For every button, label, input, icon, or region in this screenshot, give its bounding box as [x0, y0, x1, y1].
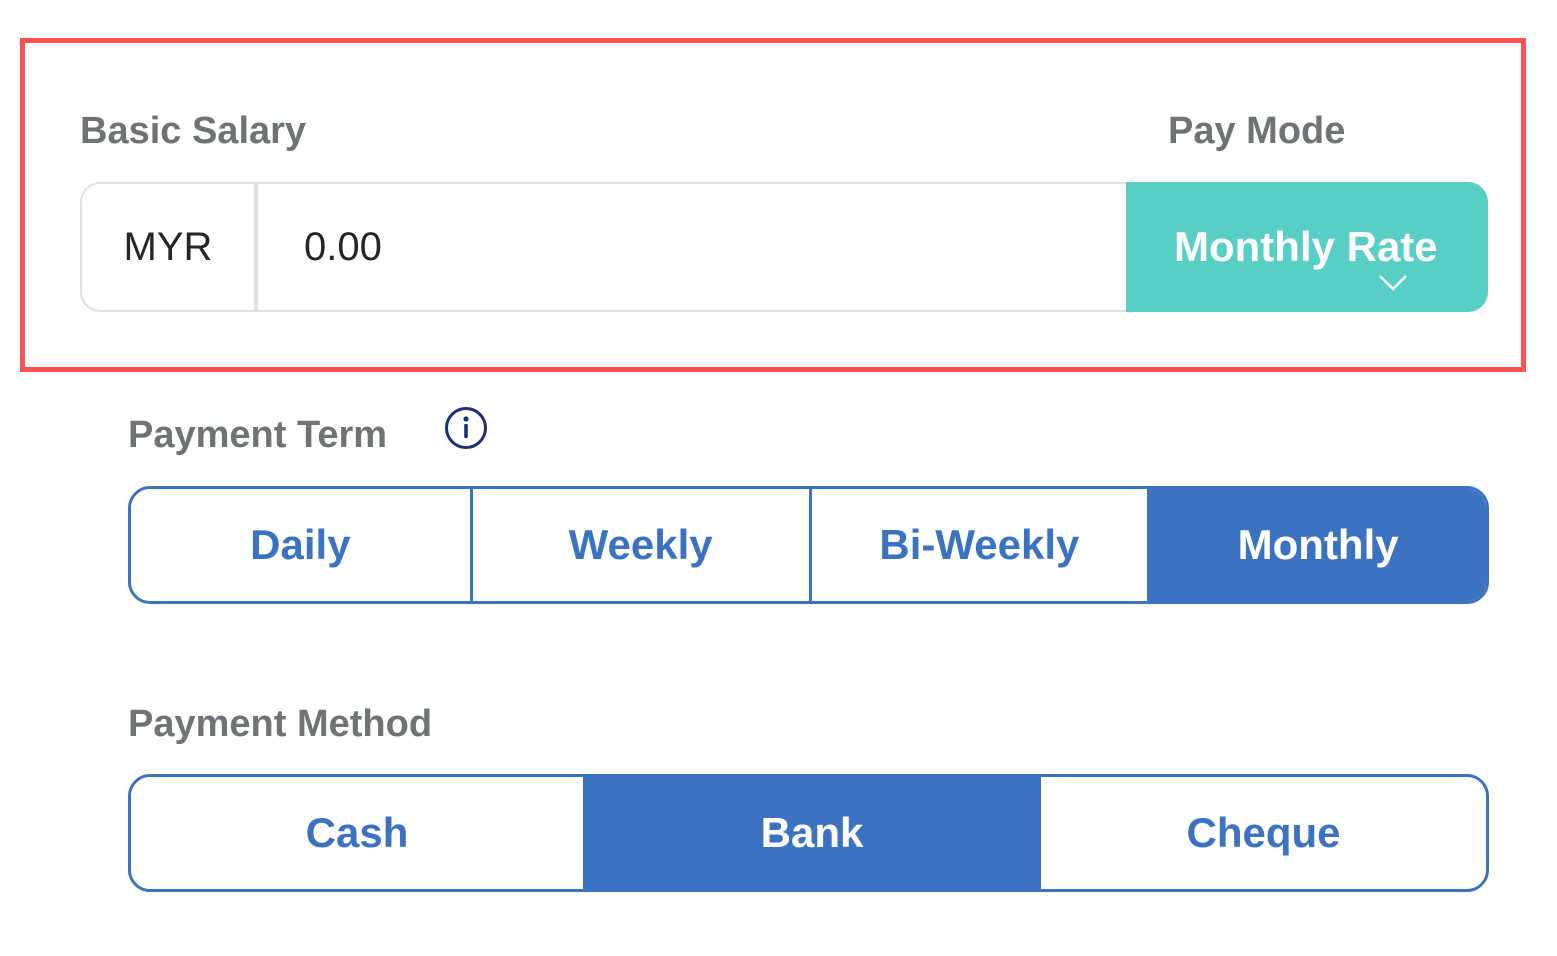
- payment-method-cheque-button[interactable]: Cheque: [1038, 777, 1486, 889]
- pay-mode-label: Pay Mode: [1168, 110, 1346, 152]
- payment-term-label: Payment Term: [128, 414, 388, 456]
- chevron-down-icon: [1379, 275, 1407, 291]
- basic-salary-label: Basic Salary: [80, 110, 307, 152]
- basic-salary-input[interactable]: [258, 182, 1126, 312]
- payment-term-monthly-button[interactable]: Monthly: [1147, 489, 1486, 601]
- payment-method-bank-button[interactable]: Bank: [583, 777, 1038, 889]
- basic-salary-group: MYR Monthly Rate: [80, 182, 1488, 312]
- payment-term-daily-button[interactable]: Daily: [131, 489, 470, 601]
- pay-mode-dropdown[interactable]: Monthly Rate: [1126, 182, 1488, 312]
- payment-term-weekly-button[interactable]: Weekly: [469, 489, 809, 601]
- payment-method-label: Payment Method: [128, 703, 433, 745]
- payment-method-segmented-control: Cash Bank Cheque: [128, 774, 1489, 892]
- currency-addon: MYR: [80, 182, 258, 312]
- payment-method-cash-button[interactable]: Cash: [131, 777, 583, 889]
- pay-mode-selected-label: Monthly Rate: [1174, 223, 1438, 270]
- info-icon[interactable]: [444, 406, 488, 450]
- payment-term-biweekly-button[interactable]: Bi-Weekly: [808, 489, 1148, 601]
- payment-term-segmented-control: Daily Weekly Bi-Weekly Monthly: [128, 486, 1489, 604]
